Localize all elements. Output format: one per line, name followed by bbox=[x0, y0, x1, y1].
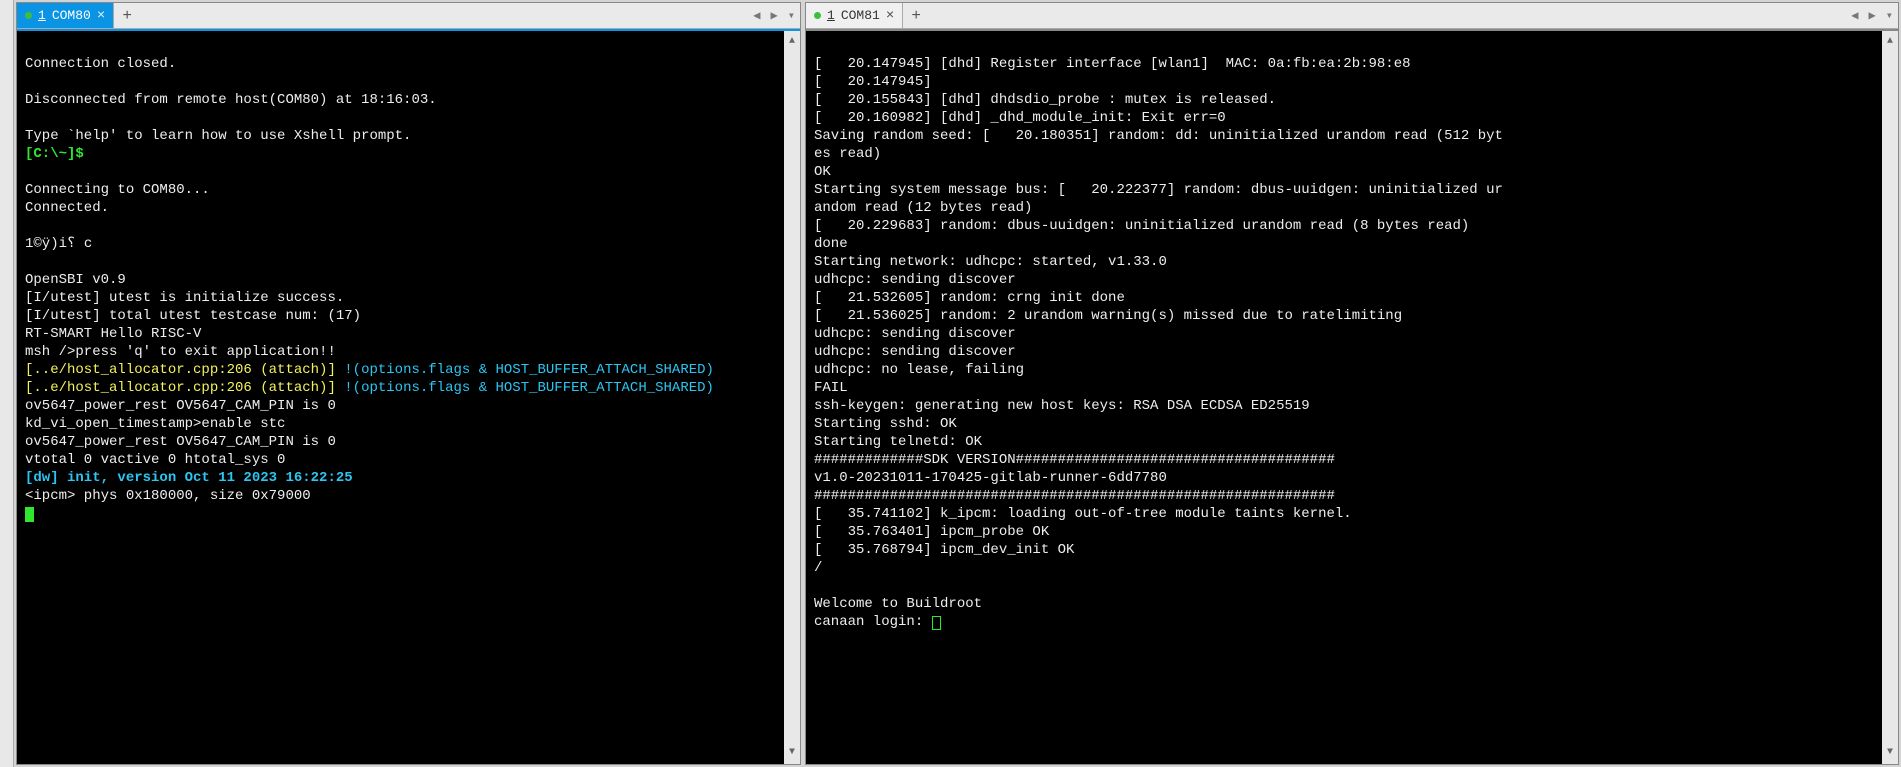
terminal-line: [ 20.155843] [dhd] dhdsdio_probe : mutex… bbox=[814, 92, 1276, 108]
terminal-line: vtotal 0 vactive 0 htotal_sys 0 bbox=[25, 452, 285, 468]
tab-next-icon[interactable]: ▶ bbox=[1866, 8, 1879, 23]
terminal-line: [..e/host_allocator.cpp:206 (attach)] bbox=[25, 380, 344, 396]
terminal-line: ########################################… bbox=[814, 488, 1335, 504]
tab-com81[interactable]: 1 COM81 × bbox=[806, 3, 903, 28]
scrollbar[interactable]: ▲ ▼ bbox=[1882, 31, 1898, 764]
terminal-line: OK bbox=[814, 164, 831, 180]
terminal-line: [ 20.147945] bbox=[814, 74, 932, 90]
add-tab-button[interactable]: + bbox=[114, 3, 140, 28]
terminal-line: Starting system message bus: [ 20.222377… bbox=[814, 182, 1503, 198]
tab-prev-icon[interactable]: ◀ bbox=[750, 8, 763, 23]
terminal-prompt: [C:\~]$ bbox=[25, 146, 84, 162]
terminal-line: msh />press 'q' to exit application!! bbox=[25, 344, 336, 360]
terminal-line: [ 20.229683] random: dbus-uuidgen: unini… bbox=[814, 218, 1469, 234]
terminal-line: !(options.flags & HOST_BUFFER_ATTACH_SHA… bbox=[344, 362, 714, 378]
terminal-line: udhcpc: sending discover bbox=[814, 326, 1016, 342]
terminal-line: OpenSBI v0.9 bbox=[25, 272, 126, 288]
pane-left: 1 COM80 × + ◀ ▶ ▾ Connection closed. Dis… bbox=[16, 2, 801, 765]
tab-number: 1 bbox=[827, 8, 835, 23]
terminal-line: udhcpc: no lease, failing bbox=[814, 362, 1024, 378]
terminal-line: Disconnected from remote host(COM80) at … bbox=[25, 92, 437, 108]
terminal-line: Connected. bbox=[25, 200, 109, 216]
terminal-line: [ 21.532605] random: crng init done bbox=[814, 290, 1125, 306]
tabbar-right: 1 COM81 × + ◀ ▶ ▾ bbox=[806, 3, 1898, 29]
terminal-line: [ 35.741102] k_ipcm: loading out-of-tree… bbox=[814, 506, 1352, 522]
tab-nav-controls: ◀ ▶ ▾ bbox=[1848, 3, 1896, 28]
terminal-line: RT-SMART Hello RISC-V bbox=[25, 326, 201, 342]
tab-nav-controls: ◀ ▶ ▾ bbox=[750, 3, 798, 28]
terminal-line: / bbox=[814, 560, 822, 576]
terminal-line: [I/utest] utest is initialize success. bbox=[25, 290, 344, 306]
tab-menu-icon[interactable]: ▾ bbox=[1883, 8, 1896, 23]
cursor-icon bbox=[25, 507, 34, 522]
left-gutter bbox=[0, 0, 14, 767]
pane-right: 1 COM81 × + ◀ ▶ ▾ [ 20.147945] [dhd] Reg… bbox=[805, 2, 1899, 765]
cursor-icon bbox=[932, 616, 941, 630]
terminal-line: Starting telnetd: OK bbox=[814, 434, 982, 450]
terminal-line: ov5647_power_rest OV5647_CAM_PIN is 0 bbox=[25, 434, 336, 450]
terminal-line: Starting network: udhcpc: started, v1.33… bbox=[814, 254, 1167, 270]
terminal-line: [ 35.768794] ipcm_dev_init OK bbox=[814, 542, 1074, 558]
terminal-line: [I/utest] total utest testcase num: (17) bbox=[25, 308, 361, 324]
terminal-line: [ 20.160982] [dhd] _dhd_module_init: Exi… bbox=[814, 110, 1226, 126]
scroll-up-icon[interactable]: ▲ bbox=[1887, 31, 1893, 53]
terminal-line: [ 20.147945] [dhd] Register interface [w… bbox=[814, 56, 1411, 72]
tab-com80[interactable]: 1 COM80 × bbox=[17, 3, 114, 28]
scroll-up-icon[interactable]: ▲ bbox=[789, 31, 795, 53]
terminal-line: !(options.flags & HOST_BUFFER_ATTACH_SHA… bbox=[344, 380, 714, 396]
terminal-line: Type `help' to learn how to use Xshell p… bbox=[25, 128, 411, 144]
close-icon[interactable]: × bbox=[97, 8, 105, 24]
terminal-line: ssh-keygen: generating new host keys: RS… bbox=[814, 398, 1310, 414]
close-icon[interactable]: × bbox=[886, 8, 894, 24]
terminal-line: [ 35.763401] ipcm_probe OK bbox=[814, 524, 1049, 540]
terminal-line: udhcpc: sending discover bbox=[814, 272, 1016, 288]
scrollbar-track[interactable] bbox=[784, 53, 800, 742]
tab-prev-icon[interactable]: ◀ bbox=[1848, 8, 1861, 23]
terminal-line: done bbox=[814, 236, 848, 252]
terminal-right[interactable]: [ 20.147945] [dhd] Register interface [w… bbox=[806, 29, 1898, 764]
terminal-line: Starting sshd: OK bbox=[814, 416, 957, 432]
terminal-line: v1.0-20231011-170425-gitlab-runner-6dd77… bbox=[814, 470, 1167, 486]
session-indicator-icon bbox=[25, 12, 32, 19]
scroll-down-icon[interactable]: ▼ bbox=[789, 742, 795, 764]
terminal-line: ov5647_power_rest OV5647_CAM_PIN is 0 bbox=[25, 398, 336, 414]
terminal-line: Welcome to Buildroot bbox=[814, 596, 982, 612]
tab-menu-icon[interactable]: ▾ bbox=[785, 8, 798, 23]
scroll-down-icon[interactable]: ▼ bbox=[1887, 742, 1893, 764]
terminal-line: #############SDK VERSION################… bbox=[814, 452, 1335, 468]
add-tab-button[interactable]: + bbox=[903, 3, 929, 28]
terminal-line: [dw] init, version Oct 11 2023 16:22:25 bbox=[25, 470, 353, 486]
tab-next-icon[interactable]: ▶ bbox=[768, 8, 781, 23]
tab-label: COM80 bbox=[52, 8, 91, 23]
terminal-line: [..e/host_allocator.cpp:206 (attach)] bbox=[25, 362, 344, 378]
terminal-line: [ 21.536025] random: 2 urandom warning(s… bbox=[814, 308, 1402, 324]
session-indicator-icon bbox=[814, 12, 821, 19]
terminal-line: canaan login: bbox=[814, 614, 932, 630]
terminal-line: 1©ÿ)i⸮ c bbox=[25, 236, 92, 252]
terminal-line: Connection closed. bbox=[25, 56, 176, 72]
terminal-left[interactable]: Connection closed. Disconnected from rem… bbox=[17, 29, 800, 764]
terminal-line: Connecting to COM80... bbox=[25, 182, 210, 198]
terminal-line: andom read (12 bytes read) bbox=[814, 200, 1032, 216]
terminal-line: Saving random seed: [ 20.180351] random:… bbox=[814, 128, 1503, 144]
terminal-line: kd_vi_open_timestamp>enable stc bbox=[25, 416, 285, 432]
terminal-line: udhcpc: sending discover bbox=[814, 344, 1016, 360]
terminal-line: FAIL bbox=[814, 380, 848, 396]
terminal-line: <ipcm> phys 0x180000, size 0x79000 bbox=[25, 488, 311, 504]
tab-label: COM81 bbox=[841, 8, 880, 23]
terminal-line: es read) bbox=[814, 146, 881, 162]
scrollbar[interactable]: ▲ ▼ bbox=[784, 31, 800, 764]
scrollbar-track[interactable] bbox=[1882, 53, 1898, 742]
tab-number: 1 bbox=[38, 8, 46, 23]
tabbar-left: 1 COM80 × + ◀ ▶ ▾ bbox=[17, 3, 800, 29]
